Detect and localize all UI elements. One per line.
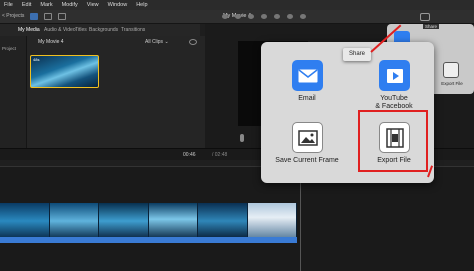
video-track[interactable] bbox=[0, 203, 297, 239]
menu-bar: File Edit Mark Modify View Window Help bbox=[0, 0, 474, 10]
menu-help[interactable]: Help bbox=[136, 2, 147, 8]
share-tooltip: Share bbox=[343, 48, 371, 61]
clip-thumbnail[interactable]: 48s bbox=[30, 55, 99, 88]
mini-export-label: Export File bbox=[441, 81, 463, 86]
timecode-total: / 02:48 bbox=[212, 152, 228, 158]
color-correction-icon[interactable] bbox=[235, 14, 241, 19]
libraries-sidebar: Project bbox=[0, 36, 27, 148]
tab-audio-video[interactable]: Audio & Video bbox=[44, 27, 76, 33]
export-file-highlight bbox=[358, 110, 428, 172]
crop-icon[interactable] bbox=[248, 14, 254, 19]
microphone-icon[interactable] bbox=[240, 134, 244, 142]
menu-window[interactable]: Window bbox=[108, 2, 128, 8]
track-frame bbox=[0, 203, 50, 239]
share-save-frame-label: Save Current Frame bbox=[275, 157, 339, 164]
clips-filter-select[interactable]: All Clips ⌄ bbox=[145, 39, 169, 45]
track-frame bbox=[198, 203, 248, 239]
share-youtube-label: YouTube & Facebook bbox=[375, 95, 413, 110]
color-balance-icon[interactable] bbox=[222, 14, 228, 19]
share-email-label: Email bbox=[298, 95, 316, 102]
toolbar: < Projects My Movie 4 bbox=[0, 10, 474, 24]
image-frame-icon bbox=[292, 122, 323, 153]
tab-my-media[interactable]: My Media bbox=[18, 27, 40, 33]
share-save-frame-button[interactable]: Save Current Frame bbox=[267, 116, 347, 171]
audio-waveform bbox=[0, 237, 297, 243]
clip-duration: 48s bbox=[33, 57, 40, 62]
stabilization-icon[interactable] bbox=[261, 14, 267, 19]
menu-view[interactable]: View bbox=[87, 2, 99, 8]
noise-reduction-icon[interactable] bbox=[287, 14, 293, 19]
speed-icon[interactable] bbox=[300, 14, 306, 19]
sidebar-item-project[interactable]: Project bbox=[2, 46, 16, 51]
youtube-play-icon bbox=[379, 60, 410, 91]
tab-titles[interactable]: Titles bbox=[75, 27, 87, 33]
track-frame bbox=[49, 203, 99, 239]
tab-transitions[interactable]: Transitions bbox=[121, 27, 145, 33]
menu-modify[interactable]: Modify bbox=[62, 2, 78, 8]
volume-icon[interactable] bbox=[274, 14, 280, 19]
film-strip-icon[interactable] bbox=[443, 62, 459, 78]
search-icon[interactable] bbox=[189, 39, 197, 45]
share-icon[interactable] bbox=[420, 13, 430, 21]
library-tabs: My Media Audio & Video Titles Background… bbox=[0, 24, 200, 36]
timecode-current: 00:46 bbox=[183, 152, 196, 158]
adjustment-tools bbox=[222, 14, 306, 19]
share-email-button[interactable]: Email bbox=[267, 54, 347, 109]
browser-title: My Movie 4 bbox=[38, 39, 64, 45]
share-youtube-button[interactable]: YouTube & Facebook bbox=[354, 54, 434, 110]
menu-mark[interactable]: Mark bbox=[40, 2, 52, 8]
media-browser: My Movie 4 All Clips ⌄ 48s bbox=[27, 36, 205, 148]
track-frame bbox=[148, 203, 198, 239]
menu-edit[interactable]: Edit bbox=[22, 2, 31, 8]
share-label-tag: Share bbox=[423, 24, 440, 29]
menu-file[interactable]: File bbox=[4, 2, 13, 8]
mail-icon bbox=[292, 60, 323, 91]
track-frame bbox=[99, 203, 149, 239]
track-frame bbox=[247, 203, 297, 239]
tab-backgrounds[interactable]: Backgrounds bbox=[89, 27, 118, 33]
